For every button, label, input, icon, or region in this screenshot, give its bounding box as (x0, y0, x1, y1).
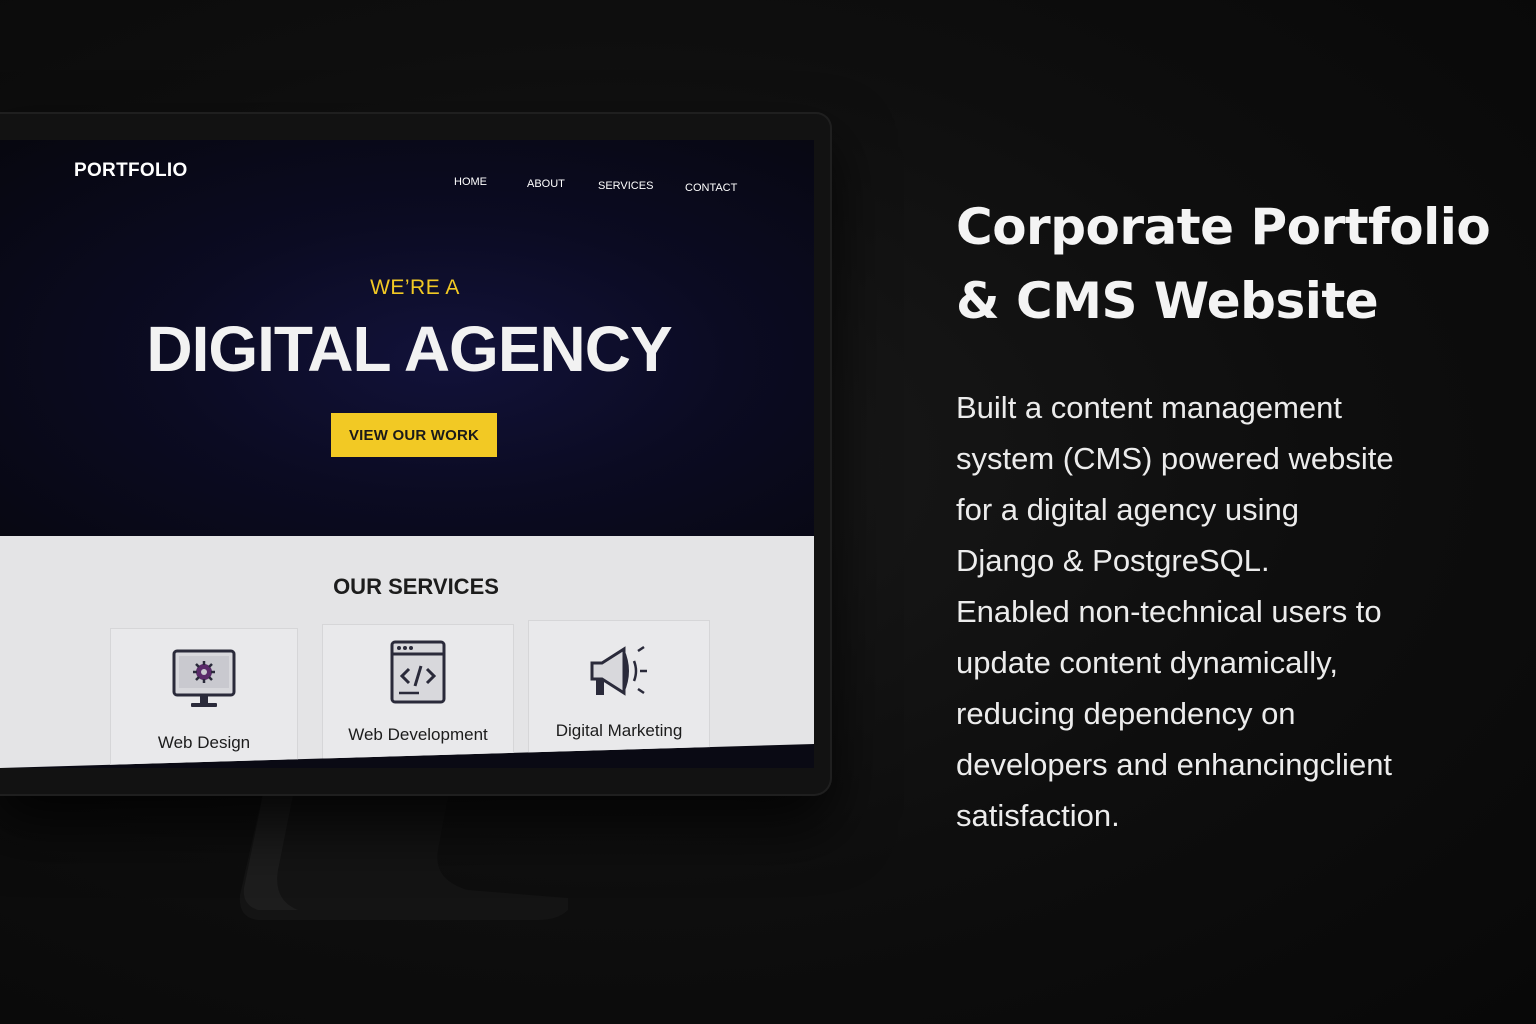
project-description: Corporate Portfolio & CMS Website Built … (956, 190, 1496, 841)
view-our-work-button[interactable]: VIEW OUR WORK (331, 413, 497, 457)
hero-eyebrow: WE’RE A (370, 276, 460, 299)
code-window-icon (390, 640, 446, 704)
body-line: satisfaction. (956, 798, 1120, 833)
project-title: Corporate Portfolio & CMS Website (956, 190, 1496, 338)
body-line: update content dynamically, (956, 645, 1338, 680)
project-title-line: Corporate Portfolio (956, 198, 1491, 256)
body-line: for a digital agency using (956, 492, 1299, 527)
service-label: Web Development (348, 725, 488, 744)
hero-headline: DIGITAL AGENCY (146, 313, 672, 385)
service-label: Digital Marketing (555, 721, 683, 740)
hero-section: PORTFOLIO HOME ABOUT SERVICES CONTACT WE… (0, 140, 814, 536)
nav-contact[interactable]: CONTACT (685, 182, 737, 194)
project-title-line: & CMS Website (956, 272, 1379, 330)
site-logo[interactable]: PORTFOLIO (74, 160, 188, 182)
body-line: Django & PostgreSQL. (956, 543, 1270, 578)
body-line: reducing dependency on (956, 696, 1296, 731)
nav-services[interactable]: SERVICES (598, 180, 653, 192)
monitor-gear-icon (172, 649, 236, 707)
service-card-web-design[interactable]: Web Design (110, 628, 298, 768)
services-section: OUR SERVICES Web Design Web Development … (0, 536, 814, 768)
body-line: Built a content management (956, 390, 1343, 425)
showcase-stage: PORTFOLIO HOME ABOUT SERVICES CONTACT WE… (0, 0, 1536, 1024)
body-line: system (CMS) powered website (956, 441, 1394, 476)
nav-home[interactable]: HOME (454, 176, 487, 188)
services-title: OUR SERVICES (333, 574, 499, 599)
megaphone-icon (590, 645, 647, 696)
monitor-screen: PORTFOLIO HOME ABOUT SERVICES CONTACT WE… (0, 140, 814, 768)
nav-about[interactable]: ABOUT (527, 178, 565, 190)
service-card-digital-marketing[interactable]: Digital Marketing (528, 620, 710, 768)
project-body: Built a content management system (CMS) … (956, 382, 1496, 841)
service-label: Web Design (157, 733, 251, 752)
body-line: developers and enhancingclient (956, 747, 1393, 782)
body-line: Enabled non-technical users to (956, 594, 1382, 629)
service-card-web-development[interactable]: Web Development (322, 624, 514, 768)
